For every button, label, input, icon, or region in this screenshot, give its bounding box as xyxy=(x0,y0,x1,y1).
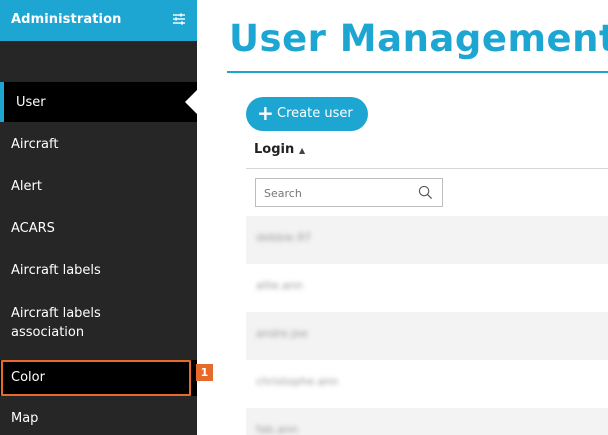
sidebar-item-label: Aircraft labels association xyxy=(11,306,101,340)
title-divider xyxy=(227,71,608,73)
plus-icon: + xyxy=(257,101,274,125)
login-cell: debbie.97 xyxy=(256,231,312,244)
user-table-body: debbie.97 allie.ann andre.joe christophe… xyxy=(246,216,608,435)
page-title: User Management xyxy=(229,17,608,60)
column-header-login[interactable]: Login xyxy=(254,142,294,157)
login-cell: allie.ann xyxy=(256,279,303,292)
sidebar-item-alert[interactable]: Alert xyxy=(0,166,197,206)
sidebar-item-label: ACARS xyxy=(11,221,55,236)
header-divider xyxy=(246,168,608,169)
sliders-icon[interactable] xyxy=(171,11,187,27)
sidebar-title: Administration xyxy=(11,12,122,27)
search-field[interactable] xyxy=(255,178,443,207)
sort-ascending-icon[interactable]: ▲ xyxy=(299,146,305,155)
login-cell: andre.joe xyxy=(256,327,308,340)
sidebar-item-aircraft-labels[interactable]: Aircraft labels xyxy=(0,250,197,290)
search-icon xyxy=(418,185,433,200)
create-user-label: Create user xyxy=(277,106,353,121)
table-row[interactable]: allie.ann xyxy=(246,264,608,312)
sidebar-item-label: Aircraft xyxy=(11,137,59,152)
login-cell: christophe.ann xyxy=(256,375,339,388)
sidebar-item-aircraft[interactable]: Aircraft xyxy=(0,124,197,164)
table-row[interactable]: andre.joe xyxy=(246,312,608,360)
table-row[interactable]: debbie.97 xyxy=(246,216,608,264)
sidebar-item-label: Map xyxy=(11,411,39,426)
sidebar-item-user[interactable]: User xyxy=(0,82,197,122)
table-row[interactable]: fab.ann xyxy=(246,408,608,435)
search-input[interactable] xyxy=(264,184,414,202)
annotation-badge: 1 xyxy=(196,364,213,381)
sidebar-item-label: Alert xyxy=(11,179,42,194)
sidebar-spacer xyxy=(0,41,197,81)
active-notch xyxy=(185,90,197,114)
active-indicator xyxy=(0,82,4,122)
sidebar-item-label: User xyxy=(16,95,46,110)
login-cell: fab.ann xyxy=(256,423,298,435)
sidebar-item-map[interactable]: Map xyxy=(0,400,197,435)
sidebar-item-acars[interactable]: ACARS xyxy=(0,208,197,248)
sidebar-header: Administration xyxy=(0,0,197,41)
sidebar-item-aircraft-labels-association[interactable]: Aircraft labels association xyxy=(0,294,197,352)
sidebar-item-label: Aircraft labels xyxy=(11,263,101,278)
table-row[interactable]: christophe.ann xyxy=(246,360,608,408)
highlight-box xyxy=(1,360,191,396)
create-user-button[interactable]: + Create user xyxy=(246,97,368,131)
